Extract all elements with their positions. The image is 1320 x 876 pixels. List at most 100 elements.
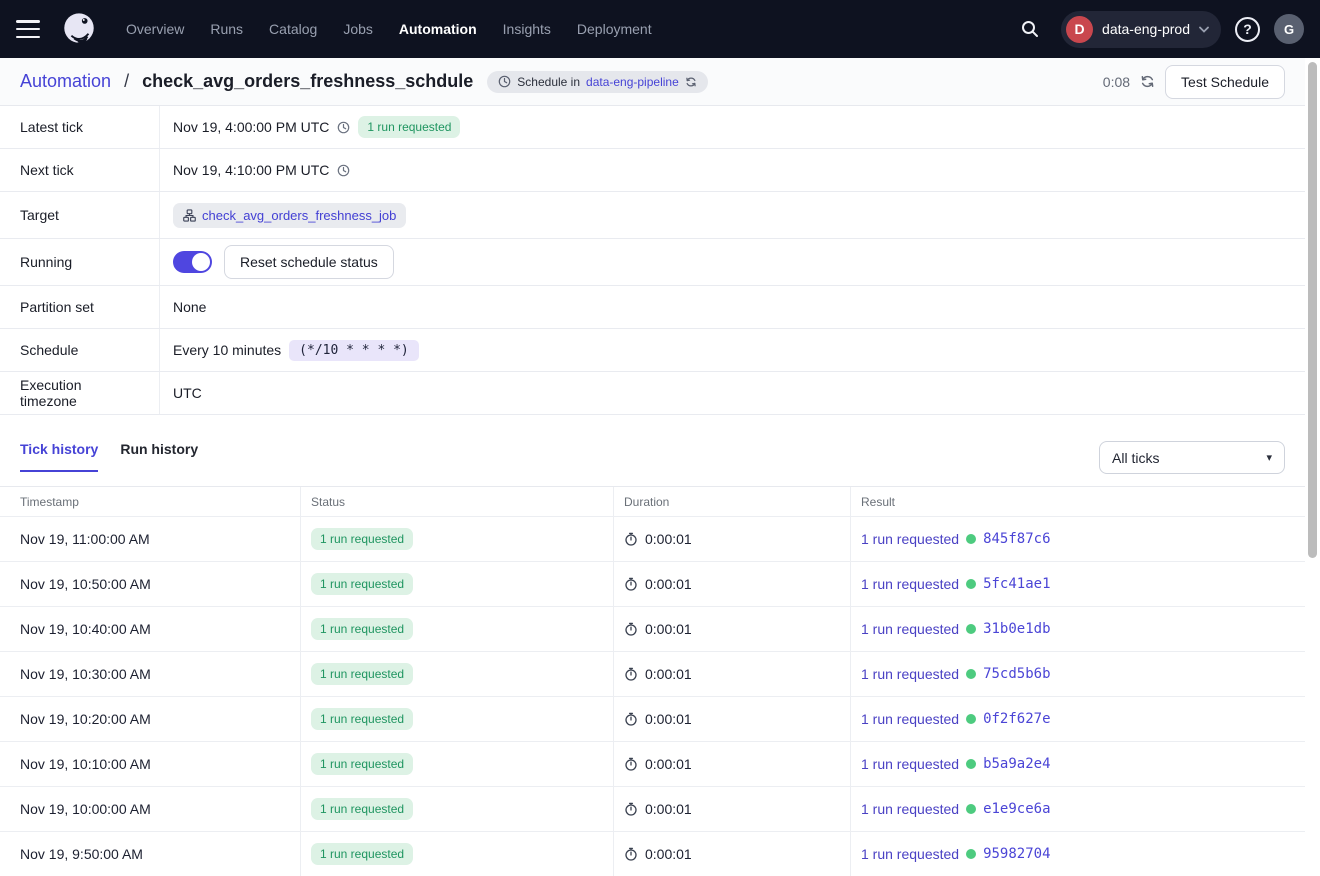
- latest-tick-timestamp: Nov 19, 4:00:00 PM UTC: [173, 119, 330, 135]
- nav-item-automation[interactable]: Automation: [399, 21, 477, 37]
- tick-timestamp: Nov 19, 10:10:00 AM: [20, 756, 151, 772]
- code-location-link[interactable]: data-eng-pipeline: [586, 75, 679, 89]
- table-row: Nov 19, 10:40:00 AM 1 run requested 0:00…: [0, 607, 1305, 652]
- col-header-timestamp: Timestamp: [20, 494, 79, 509]
- reload-icon[interactable]: [685, 76, 697, 88]
- run-id-link[interactable]: 5fc41ae1: [983, 576, 1050, 592]
- target-job-link[interactable]: check_avg_orders_freshness_job: [202, 208, 396, 223]
- clock-icon: [338, 121, 350, 133]
- detail-row-schedule: Schedule Every 10 minutes (*/10 * * * *): [0, 329, 1305, 372]
- nav-item-jobs[interactable]: Jobs: [343, 21, 373, 37]
- tick-result-link[interactable]: 1 run requested: [861, 621, 959, 637]
- tick-duration: 0:00:01: [645, 846, 692, 862]
- tick-timestamp: Nov 19, 10:50:00 AM: [20, 576, 151, 592]
- run-id-link[interactable]: 0f2f627e: [983, 711, 1050, 727]
- detail-label: Schedule: [0, 329, 160, 371]
- tick-status-badge: 1 run requested: [311, 843, 414, 865]
- workspace-avatar: D: [1066, 15, 1094, 43]
- job-graph-icon: [183, 208, 196, 222]
- tick-history-table: Timestamp Status Duration Result Nov 19,…: [0, 486, 1305, 876]
- timezone-value: UTC: [173, 385, 202, 401]
- run-success-dot-icon: [966, 534, 977, 544]
- target-job-chip[interactable]: check_avg_orders_freshness_job: [173, 202, 407, 228]
- partition-set-value: None: [173, 299, 207, 315]
- dagster-logo-icon[interactable]: [60, 10, 98, 48]
- tick-result-link[interactable]: 1 run requested: [861, 801, 959, 817]
- schedule-location-badge: Schedule in data-eng-pipeline: [487, 70, 708, 93]
- tick-timestamp: Nov 19, 10:30:00 AM: [20, 666, 151, 682]
- run-success-dot-icon: [966, 849, 977, 859]
- test-schedule-button[interactable]: Test Schedule: [1165, 64, 1285, 99]
- nav-item-overview[interactable]: Overview: [126, 21, 184, 37]
- tick-result-link[interactable]: 1 run requested: [861, 666, 959, 682]
- stopwatch-icon: [625, 802, 637, 816]
- tick-status-badge: 1 run requested: [311, 528, 414, 550]
- tick-result-link[interactable]: 1 run requested: [861, 846, 959, 862]
- run-id-link[interactable]: 75cd5b6b: [983, 666, 1050, 682]
- tick-timestamp: Nov 19, 10:00:00 AM: [20, 801, 151, 817]
- tab-tick-history[interactable]: Tick history: [20, 441, 99, 475]
- detail-row-partition-set: Partition set None: [0, 286, 1305, 329]
- detail-label: Execution timezone: [0, 372, 160, 414]
- refresh-icon[interactable]: [1140, 74, 1155, 89]
- tick-result-link[interactable]: 1 run requested: [861, 756, 959, 772]
- detail-row-target: Target check_avg_orders_freshness_job: [0, 192, 1305, 239]
- stopwatch-icon: [625, 712, 637, 726]
- breadcrumb: Automation / check_avg_orders_freshness_…: [20, 71, 473, 92]
- table-row: Nov 19, 10:30:00 AM 1 run requested 0:00…: [0, 652, 1305, 697]
- table-row: Nov 19, 10:20:00 AM 1 run requested 0:00…: [0, 697, 1305, 742]
- tick-status-badge: 1 run requested: [311, 663, 414, 685]
- run-id-link[interactable]: e1e9ce6a: [983, 801, 1050, 817]
- nav-item-insights[interactable]: Insights: [503, 21, 551, 37]
- tick-duration: 0:00:01: [645, 576, 692, 592]
- detail-row-timezone: Execution timezone UTC: [0, 372, 1305, 415]
- nav-item-runs[interactable]: Runs: [210, 21, 243, 37]
- workspace-switcher[interactable]: D data-eng-prod: [1061, 10, 1221, 48]
- reset-schedule-status-button[interactable]: Reset schedule status: [224, 245, 394, 279]
- run-id-link[interactable]: b5a9a2e4: [983, 756, 1050, 772]
- workspace-name: data-eng-prod: [1102, 21, 1190, 37]
- tick-result-link[interactable]: 1 run requested: [861, 531, 959, 547]
- table-row: Nov 19, 10:50:00 AM 1 run requested 0:00…: [0, 562, 1305, 607]
- run-id-link[interactable]: 31b0e1db: [983, 621, 1050, 637]
- running-toggle[interactable]: [173, 251, 212, 273]
- help-icon[interactable]: ?: [1235, 16, 1260, 42]
- stopwatch-icon: [625, 847, 637, 861]
- latest-tick-status-badge: 1 run requested: [358, 116, 461, 138]
- tick-filter-select[interactable]: All ticks ▾: [1099, 441, 1285, 474]
- nav-item-deployment[interactable]: Deployment: [577, 21, 652, 37]
- stopwatch-icon: [625, 577, 637, 591]
- table-row: Nov 19, 9:50:00 AM 1 run requested 0:00:…: [0, 832, 1305, 876]
- run-id-link[interactable]: 95982704: [983, 846, 1050, 862]
- col-header-duration: Duration: [613, 487, 850, 516]
- search-icon: [1022, 21, 1039, 37]
- page-header: Automation / check_avg_orders_freshness_…: [0, 58, 1305, 106]
- detail-row-running: Running Reset schedule status: [0, 239, 1305, 286]
- breadcrumb-separator: /: [124, 71, 130, 91]
- search-button[interactable]: [1013, 12, 1047, 46]
- breadcrumb-automation-link[interactable]: Automation: [20, 71, 111, 91]
- menu-icon[interactable]: [16, 20, 40, 38]
- run-success-dot-icon: [966, 669, 977, 679]
- next-tick-timestamp: Nov 19, 4:10:00 PM UTC: [173, 162, 330, 178]
- tick-timestamp: Nov 19, 9:50:00 AM: [20, 846, 143, 862]
- tick-duration: 0:00:01: [645, 711, 692, 727]
- page-title: check_avg_orders_freshness_schdule: [142, 71, 474, 91]
- user-avatar[interactable]: G: [1274, 14, 1304, 44]
- detail-label: Latest tick: [0, 106, 160, 148]
- nav-item-catalog[interactable]: Catalog: [269, 21, 317, 37]
- scrollbar-thumb[interactable]: [1308, 62, 1317, 558]
- run-id-link[interactable]: 845f87c6: [983, 531, 1050, 547]
- tick-result-link[interactable]: 1 run requested: [861, 711, 959, 727]
- stopwatch-icon: [625, 532, 637, 546]
- detail-label: Running: [0, 239, 160, 285]
- schedule-description: Every 10 minutes: [173, 342, 282, 358]
- run-success-dot-icon: [966, 714, 977, 724]
- tick-duration: 0:00:01: [645, 801, 692, 817]
- detail-label: Target: [0, 192, 160, 238]
- stopwatch-icon: [625, 667, 637, 681]
- tick-status-badge: 1 run requested: [311, 618, 414, 640]
- tick-status-badge: 1 run requested: [311, 573, 414, 595]
- tick-result-link[interactable]: 1 run requested: [861, 576, 959, 592]
- tab-run-history[interactable]: Run history: [120, 441, 198, 475]
